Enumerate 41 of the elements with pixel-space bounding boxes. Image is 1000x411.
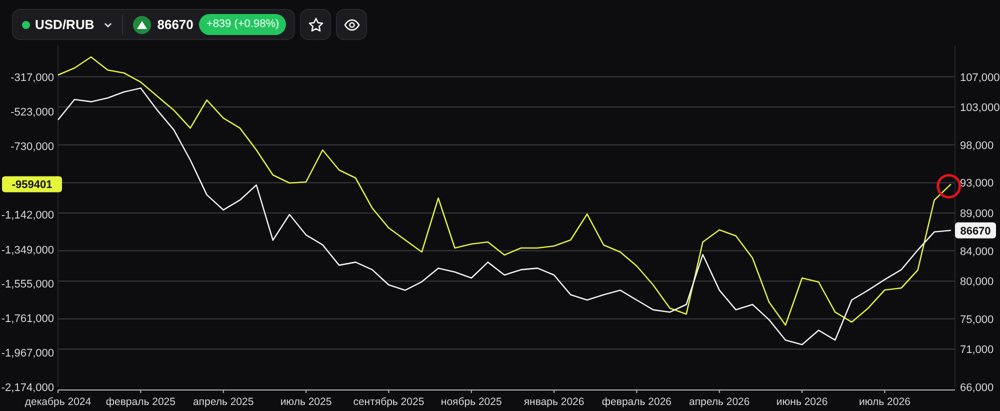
price-text: 86670 <box>157 16 194 34</box>
axis-label: декабрь 2024 <box>24 396 92 408</box>
favorite-button[interactable] <box>300 9 332 40</box>
axis-label: -1,967,000 <box>1 347 54 360</box>
axis-label: -1,349,000 <box>1 244 54 256</box>
axis-label: январь 2026 <box>524 396 584 408</box>
axis-label: 103,000 <box>960 102 1000 114</box>
axis-label: 71,000 <box>960 344 994 356</box>
axis-label: апрель 2025 <box>192 396 254 408</box>
axis-label: июнь 2026 <box>776 396 828 408</box>
axis-label: 75,000 <box>960 314 994 326</box>
axis-label: июль 2026 <box>859 396 910 408</box>
symbol-selector[interactable]: USD/RUB <box>35 14 112 34</box>
eye-icon <box>344 16 360 32</box>
axis-label: -730,000 <box>10 140 54 153</box>
axis-label: -2,174,000 <box>1 382 54 394</box>
star-icon <box>308 16 324 32</box>
change-badge: +839 (+0.98%) <box>199 14 286 35</box>
axis-label: 80,000 <box>960 276 994 288</box>
axis-label: 66,000 <box>960 382 994 394</box>
axis-label: апрель 2026 <box>689 396 750 408</box>
axis-label: -1,555,000 <box>1 278 54 291</box>
axis-label: 89,000 <box>960 208 994 220</box>
trend-up-icon <box>133 16 152 34</box>
axis-label: -1,761,000 <box>1 313 54 326</box>
axis-label: февраль 2026 <box>602 396 672 408</box>
axis-label: ноябрь 2025 <box>440 396 502 408</box>
axis-label: 93,000 <box>960 178 994 190</box>
chevron-icon <box>104 22 112 28</box>
axis-label: -317,000 <box>10 72 54 84</box>
axis-label: -523,000 <box>10 106 54 118</box>
axis-label: 98,000 <box>960 140 994 152</box>
price-tag: -959401 <box>2 176 62 192</box>
watch-button[interactable] <box>336 9 368 40</box>
axis-label: -1,142,000 <box>1 210 54 222</box>
axis-label: июль 2025 <box>280 396 332 408</box>
axis-label: 107,000 <box>960 72 1000 84</box>
axis-label: сентябрь 2025 <box>353 396 424 408</box>
axis-label: 84,000 <box>960 246 994 258</box>
price-tag: 86670 <box>955 222 996 238</box>
axis-label: февраль 2025 <box>106 396 176 408</box>
